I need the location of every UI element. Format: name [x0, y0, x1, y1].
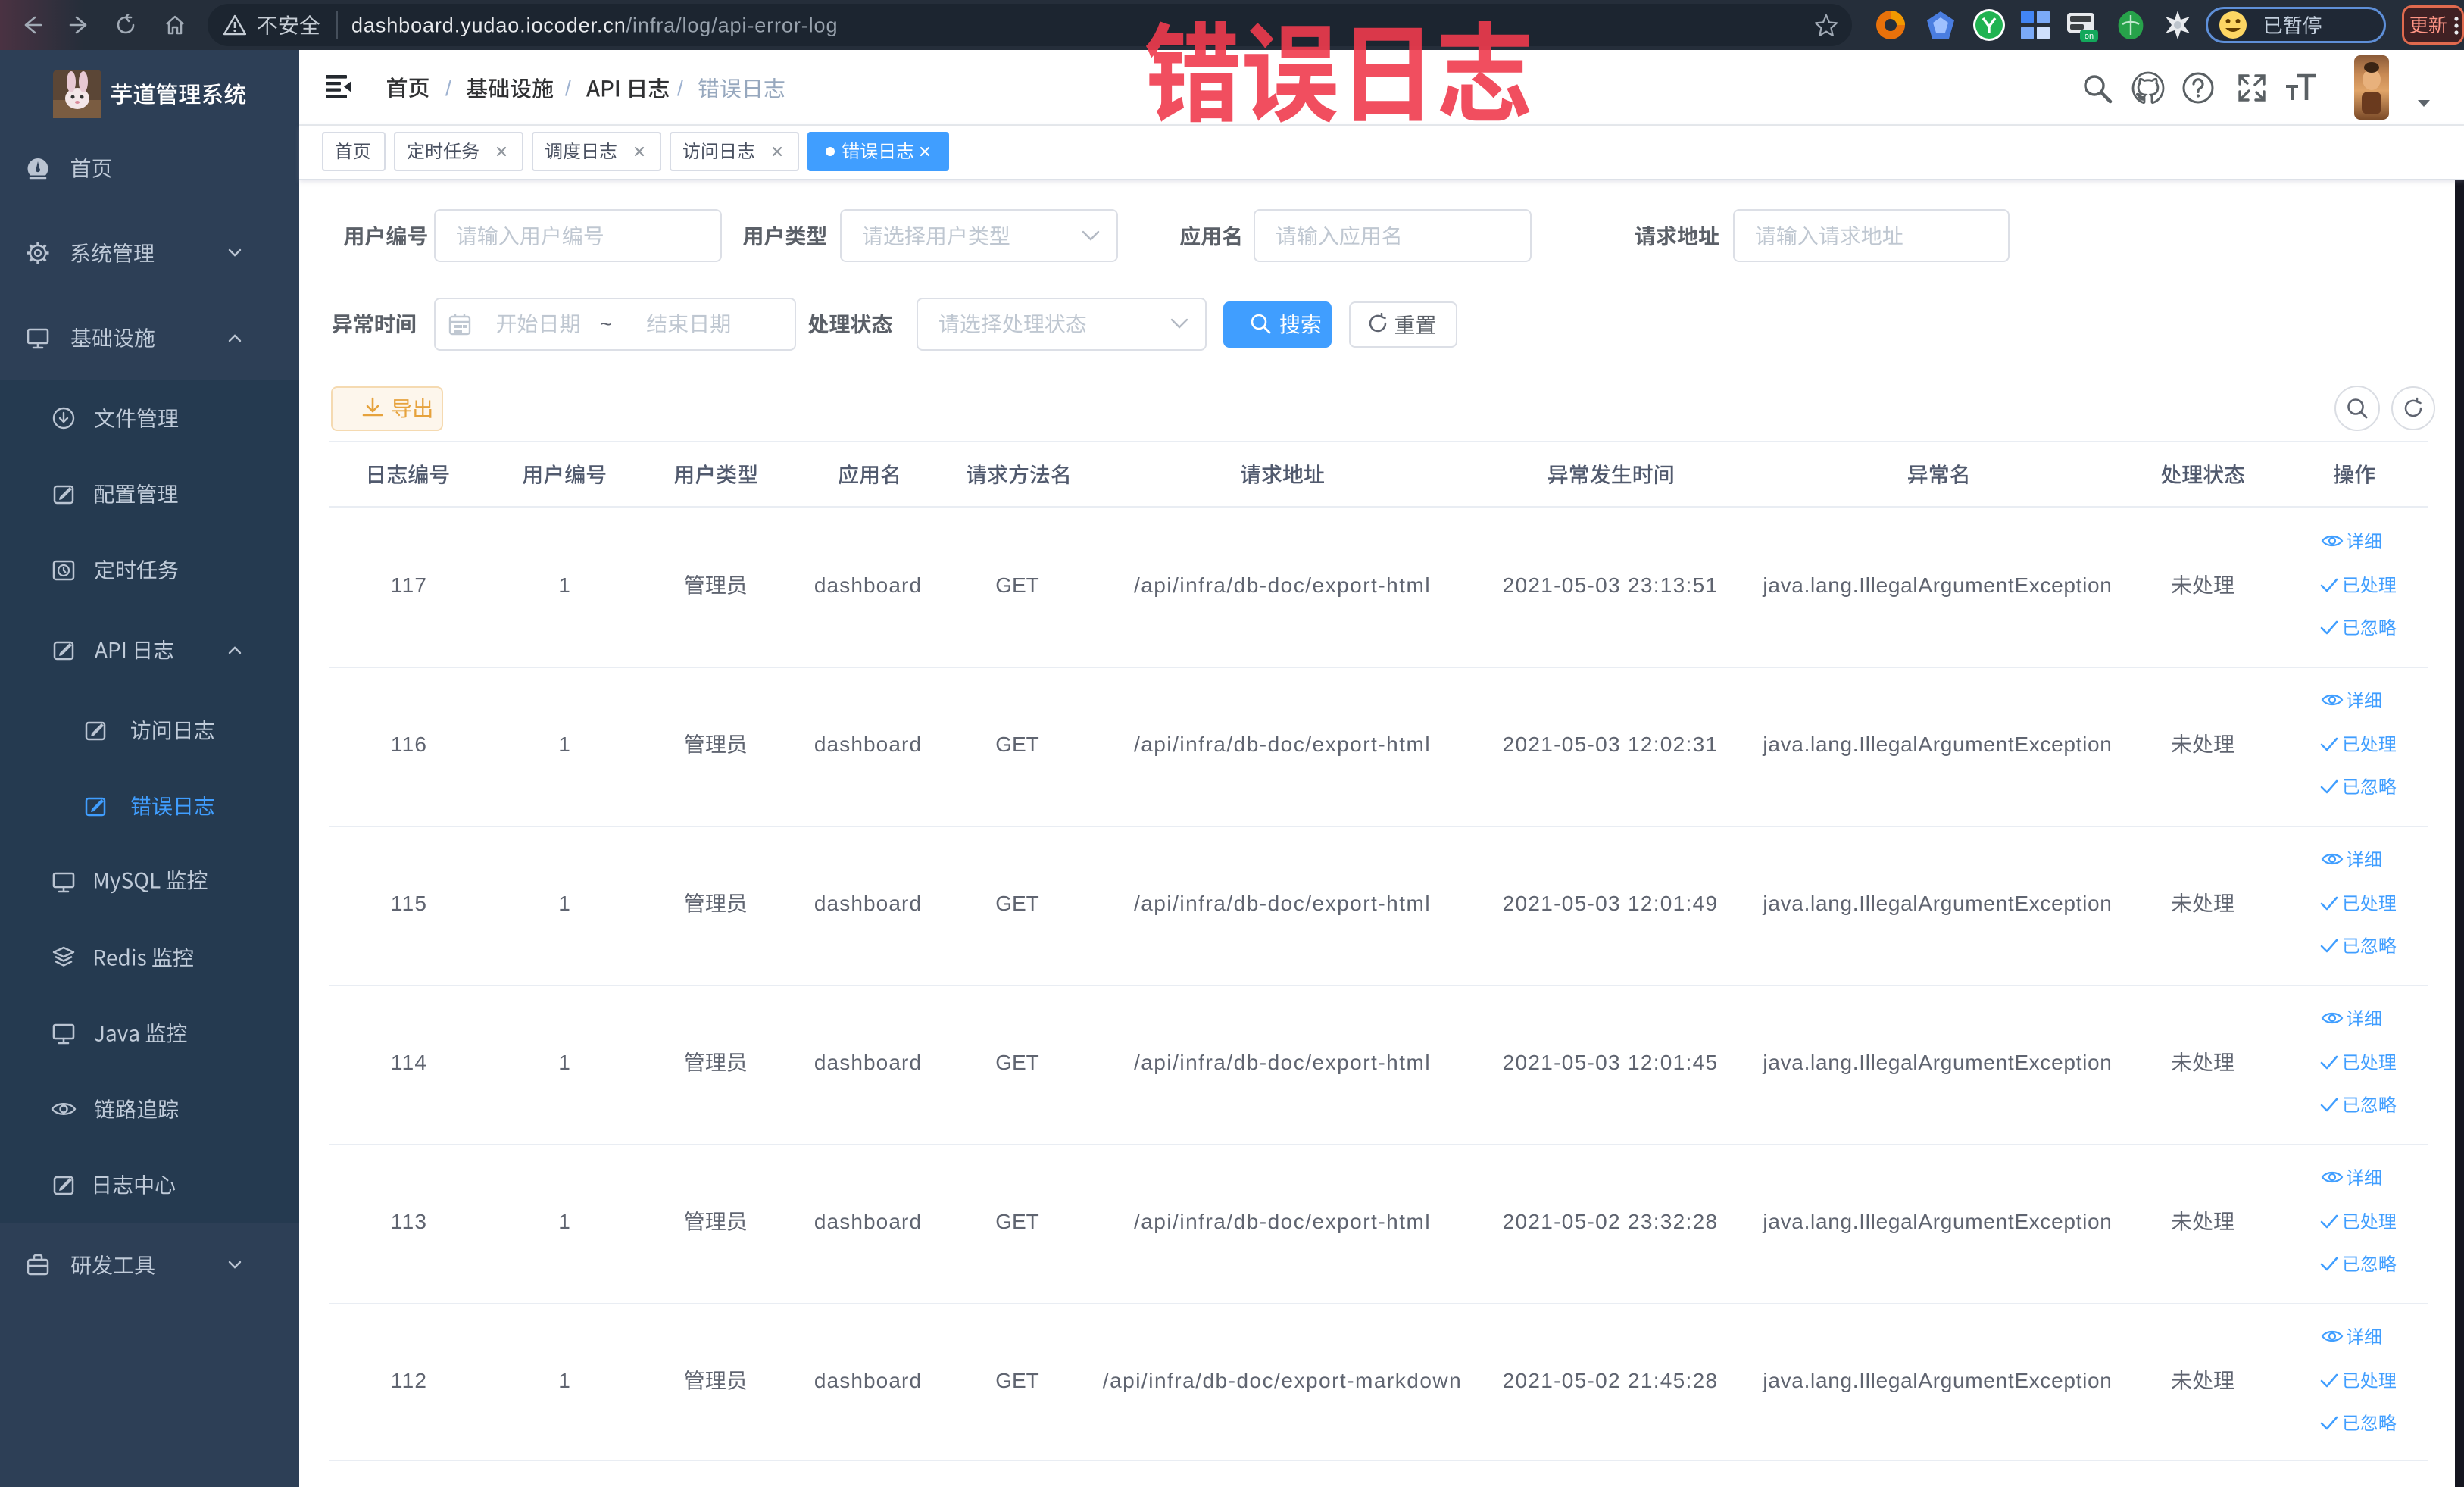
svg-text:on: on	[2085, 32, 2094, 41]
